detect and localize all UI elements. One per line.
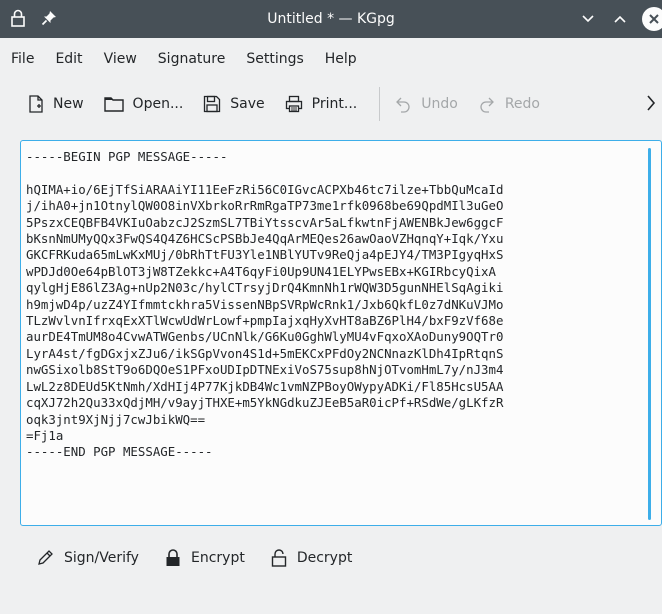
- toolbar-separator: [379, 87, 381, 121]
- new-button[interactable]: New: [28, 95, 84, 113]
- window-title: Untitled * — KGpg: [267, 11, 395, 27]
- message-editor[interactable]: -----BEGIN PGP MESSAGE----- hQIMA+io/6Ej…: [20, 140, 662, 526]
- encrypt-button[interactable]: Encrypt: [165, 549, 245, 567]
- undo-button[interactable]: Undo: [394, 95, 458, 113]
- new-label: New: [53, 96, 84, 112]
- sign-verify-button[interactable]: Sign/Verify: [36, 549, 139, 567]
- print-button[interactable]: Print...: [285, 95, 358, 113]
- redo-icon: [480, 97, 494, 113]
- minimize-icon[interactable]: [578, 9, 598, 29]
- sign-verify-label: Sign/Verify: [64, 550, 139, 566]
- undo-label: Undo: [421, 96, 458, 112]
- encrypt-label: Encrypt: [190, 550, 245, 566]
- toolbar-overflow-chevron-icon[interactable]: [645, 93, 657, 117]
- main-toolbar: New Open... Save Print... Undo Redo: [0, 83, 662, 125]
- open-label: Open...: [132, 96, 184, 112]
- save-label: Save: [230, 96, 265, 112]
- unlocked-icon: [271, 549, 287, 567]
- window-titlebar[interactable]: Untitled * — KGpg: [0, 0, 662, 38]
- locked-icon: [166, 549, 180, 566]
- redo-label: Redo: [504, 96, 540, 112]
- redo-button[interactable]: Redo: [478, 95, 540, 113]
- menu-bar: File Edit View Signature Settings Help: [0, 44, 378, 74]
- new-document-icon: [29, 95, 43, 113]
- editor-text[interactable]: -----BEGIN PGP MESSAGE----- hQIMA+io/6Ej…: [26, 149, 503, 461]
- menu-help[interactable]: Help: [325, 51, 357, 67]
- save-icon: [204, 95, 221, 113]
- menu-view[interactable]: View: [104, 51, 137, 67]
- action-bar: Sign/Verify Encrypt Decrypt: [0, 543, 378, 573]
- close-icon[interactable]: [642, 7, 662, 31]
- menu-file[interactable]: File: [11, 51, 34, 67]
- decrypt-button[interactable]: Decrypt: [271, 549, 353, 567]
- folder-icon: [103, 97, 124, 112]
- titlebar-right-controls: [578, 7, 662, 31]
- maximize-icon[interactable]: [610, 9, 630, 29]
- printer-icon: [285, 95, 302, 113]
- decrypt-label: Decrypt: [296, 550, 353, 566]
- undo-icon: [396, 97, 410, 113]
- menu-settings[interactable]: Settings: [246, 51, 303, 67]
- save-button[interactable]: Save: [203, 95, 265, 113]
- open-button[interactable]: Open...: [103, 96, 184, 112]
- print-label: Print...: [311, 96, 358, 112]
- menu-edit[interactable]: Edit: [55, 51, 82, 67]
- menu-signature[interactable]: Signature: [158, 51, 226, 67]
- editor-scrollbar[interactable]: [648, 148, 651, 520]
- pen-icon: [38, 550, 53, 565]
